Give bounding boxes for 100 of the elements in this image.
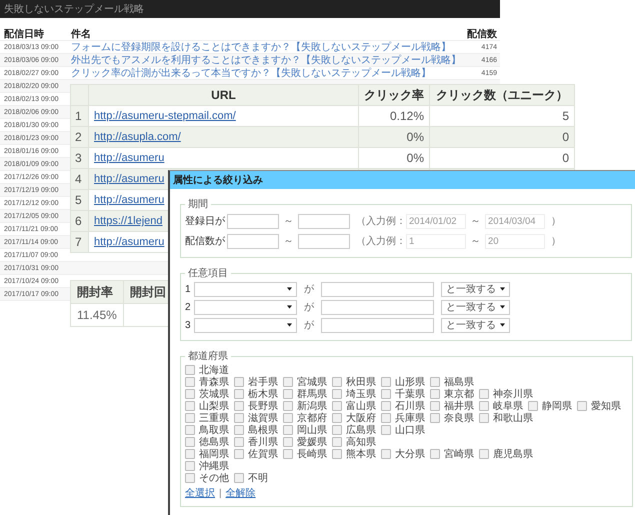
checkbox-label: 徳島県 [199,436,229,448]
dropdown[interactable] [194,282,297,296]
checkbox[interactable] [332,449,342,459]
checkbox[interactable] [381,389,391,399]
checkbox[interactable] [430,413,440,423]
checkbox-label: 岡山県 [297,424,327,436]
checkbox-label: 大阪府 [346,412,376,424]
checkbox[interactable] [185,449,195,459]
range-separator: ～ [282,215,294,228]
link[interactable]: 全解除 [226,486,256,500]
link[interactable]: http://asupla.com/ [94,131,181,143]
checkbox[interactable] [185,365,195,375]
input-field[interactable] [321,318,434,332]
link[interactable]: クリック率の計測が出来るって本当ですか？【失敗しないステップメール戦略】 [71,66,467,80]
input-field[interactable]: 2014/03/04 [485,214,545,228]
checkbox[interactable] [381,449,391,459]
checkbox[interactable] [381,413,391,423]
checkbox[interactable] [234,389,244,399]
checkbox[interactable] [283,389,293,399]
checkbox[interactable] [185,425,195,435]
checkbox[interactable] [234,377,244,387]
link[interactable]: http://asumeru [94,152,164,164]
dropdown[interactable] [194,300,297,314]
link[interactable]: フォームに登録期限を設けることはできますか？【失敗しないステップメール戦略】 [71,40,467,54]
row-number: 2 [185,302,192,312]
checkbox[interactable] [381,425,391,435]
field-label: 配信数が [185,235,226,248]
example-label: ） [551,235,561,248]
checkbox[interactable] [283,413,293,423]
checkbox-label: 石川県 [395,400,425,412]
input-field[interactable] [227,214,279,228]
dialog-title: 属性による絞り込み [170,171,635,189]
checkbox[interactable] [430,389,440,399]
column-header: 配信数 [467,28,498,41]
checkbox[interactable] [430,377,440,387]
checkbox[interactable] [234,413,244,423]
range-separator: ～ [282,235,294,248]
table-cell: 3 [70,148,88,168]
checkbox[interactable] [185,461,195,471]
checkbox[interactable] [283,449,293,459]
checkbox[interactable] [479,449,489,459]
dropdown[interactable]: と一致する [441,318,510,332]
checkbox[interactable] [234,449,244,459]
input-field[interactable] [298,234,350,248]
link[interactable]: http://asumeru [94,236,164,248]
link[interactable]: 外出先でもアスメルを利用することはできますか？【失敗しないステップメール戦略】 [71,53,467,67]
checkbox-label: 和歌山県 [493,412,533,425]
checkbox[interactable] [332,413,342,423]
checkbox[interactable] [283,437,293,447]
checkbox[interactable] [332,437,342,447]
input-field[interactable] [227,234,279,248]
input-field[interactable] [321,300,434,314]
link[interactable]: http://asumeru [94,173,164,185]
checkbox[interactable] [430,449,440,459]
checkbox[interactable] [234,473,244,483]
checkbox[interactable] [479,413,489,423]
checkbox[interactable] [332,401,342,411]
checkbox[interactable] [577,401,587,411]
input-field[interactable] [321,282,434,296]
row-number: 1 [185,284,192,294]
checkbox[interactable] [283,377,293,387]
checkbox[interactable] [234,425,244,435]
checkbox-label: 奈良県 [444,412,474,425]
checkbox[interactable] [283,401,293,411]
input-field[interactable]: 1 [406,234,466,248]
column-header: クリック数（ユニーク） [430,84,574,106]
checkbox[interactable] [185,413,195,423]
column-header: URL [88,84,358,106]
checkbox[interactable] [185,401,195,411]
dropdown[interactable]: と一致する [441,282,510,296]
link[interactable]: http://asumeru-stepmail.com/ [94,110,236,122]
checkbox-label: 富山県 [346,400,376,412]
checkbox[interactable] [332,425,342,435]
input-field[interactable] [298,214,350,228]
checkbox-label: 長崎県 [297,448,327,461]
checkbox[interactable] [381,401,391,411]
checkbox[interactable] [332,389,342,399]
checkbox[interactable] [234,401,244,411]
checkbox-label: 香川県 [248,436,278,449]
checkbox[interactable] [430,401,440,411]
checkbox[interactable] [479,389,489,399]
link[interactable]: http://asumeru [94,194,164,206]
checkbox[interactable] [185,377,195,387]
checkbox[interactable] [185,389,195,399]
checkbox[interactable] [185,437,195,447]
input-field[interactable]: 20 [485,234,545,248]
link[interactable]: 全選択 [185,486,215,500]
dropdown[interactable] [194,318,297,332]
checkbox[interactable] [185,473,195,483]
link[interactable]: https://1lejend [94,215,162,227]
dropdown[interactable]: と一致する [441,300,510,314]
checkbox[interactable] [528,401,538,411]
caret-icon [500,305,505,309]
checkbox[interactable] [332,377,342,387]
checkbox[interactable] [381,377,391,387]
input-field[interactable]: 2014/01/02 [406,214,466,228]
checkbox[interactable] [283,425,293,435]
checkbox[interactable] [234,437,244,447]
example-label: （入力例： [356,214,406,228]
checkbox[interactable] [479,401,489,411]
